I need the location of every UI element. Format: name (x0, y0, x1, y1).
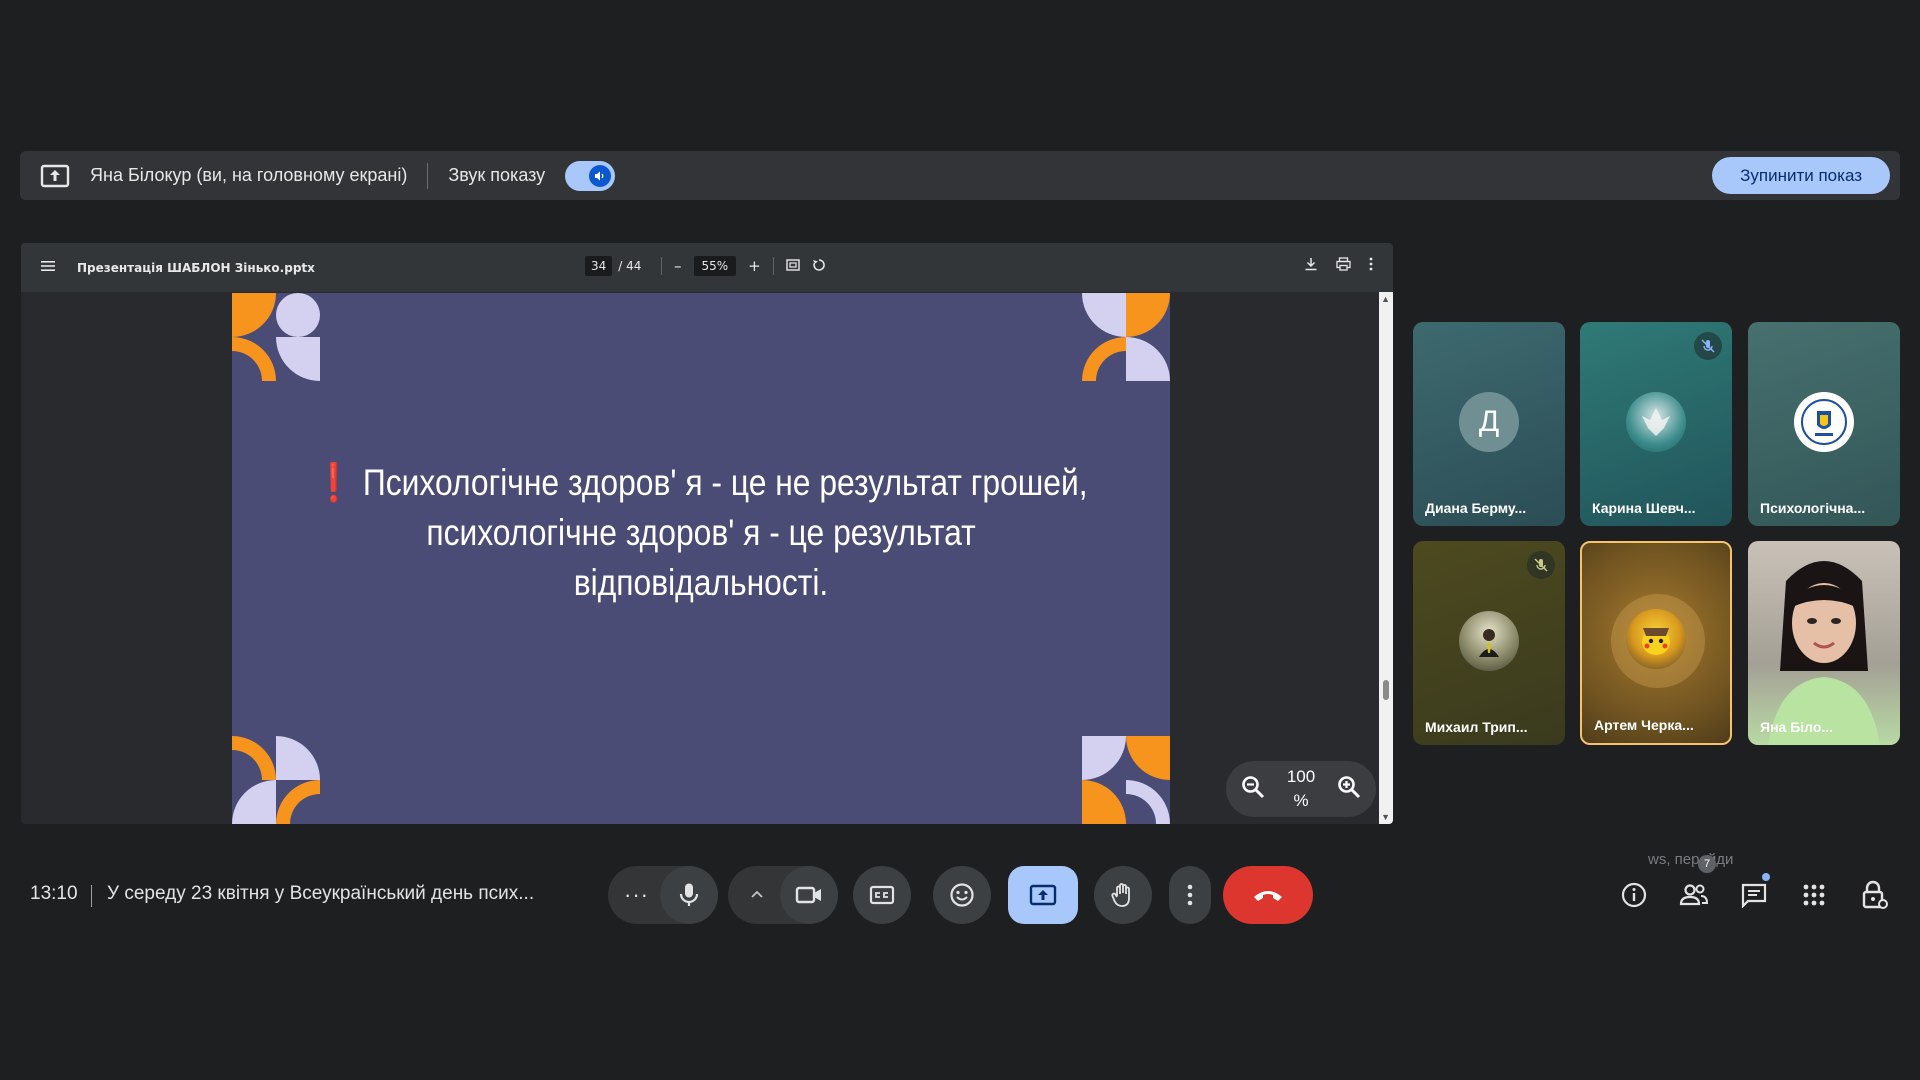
divider (772, 257, 774, 275)
participant-name: Артем Черка... (1594, 717, 1694, 733)
mic-control-group: ··· (608, 866, 718, 924)
slide-line-2: психологічне здоров' я - це результат ві… (426, 512, 976, 603)
presentation-viewer: Презентація ШАБЛОН Зінько.pptx 34 / 44 –… (21, 243, 1393, 824)
participant-tile-self[interactable]: Яна Біло... (1748, 541, 1900, 745)
share-audio-toggle[interactable] (565, 160, 616, 191)
corner-decoration (1082, 736, 1170, 824)
zoom-out-button[interactable]: – (674, 257, 682, 275)
corner-decoration (1082, 293, 1170, 381)
avatar (1626, 392, 1686, 452)
mic-off-icon (1527, 551, 1555, 579)
self-video (1768, 561, 1880, 745)
menu-icon[interactable] (41, 260, 55, 275)
more-vert-icon (1187, 884, 1193, 906)
zoom-overlay: 100 % (1226, 761, 1376, 817)
people-icon[interactable] (1678, 879, 1710, 911)
divider (661, 257, 662, 275)
divider (91, 885, 92, 907)
more-vert-icon[interactable] (1369, 257, 1373, 274)
page-number-input[interactable]: 34 (585, 256, 613, 276)
participant-tile-speaking[interactable]: Артем Черка... (1580, 541, 1732, 745)
participant-tile[interactable]: Михаил Трип... (1413, 541, 1565, 745)
speaker-icon (589, 164, 612, 187)
emoji-icon (950, 883, 974, 907)
mic-off-icon (1694, 332, 1722, 360)
activities-icon[interactable] (1798, 879, 1830, 911)
avatar (1794, 392, 1854, 452)
people-count-badge: 7 (1698, 855, 1716, 873)
chat-unread-dot (1762, 873, 1770, 881)
share-audio-label: Звук показу (448, 165, 546, 185)
file-name: Презентація ШАБЛОН Зінько.pptx (77, 261, 315, 275)
rotate-icon[interactable] (812, 258, 826, 275)
participant-name: Диана Берму... (1425, 500, 1527, 516)
raise-hand-button[interactable] (1094, 866, 1152, 924)
slide: ❗ Психологічне здоров' я - це не результ… (232, 293, 1170, 824)
more-options-button[interactable] (1169, 866, 1211, 924)
print-icon[interactable] (1336, 257, 1351, 274)
corner-decoration (232, 293, 320, 381)
corner-decoration (232, 736, 320, 824)
mic-icon (679, 883, 699, 906)
presenting-banner: Яна Білокур (ви, на головному екрані) Зв… (20, 151, 1900, 200)
chevron-up-icon[interactable] (750, 886, 764, 904)
host-controls-icon[interactable] (1858, 879, 1890, 911)
microphone-button[interactable] (660, 866, 718, 924)
slide-quote: ❗ Психологічне здоров' я - це не результ… (298, 458, 1105, 608)
participant-name: Психологічна... (1760, 500, 1866, 516)
faded-notification-text: ws, перейди (1648, 851, 1734, 868)
avatar (1459, 611, 1519, 671)
present-now-button[interactable] (1008, 866, 1078, 924)
scroll-down-icon[interactable]: ▼ (1381, 812, 1390, 822)
chat-icon[interactable] (1738, 879, 1770, 911)
fit-page-icon[interactable] (786, 258, 800, 274)
captions-button[interactable] (853, 866, 911, 924)
stop-presenting-button[interactable]: Зупинити показ (1712, 157, 1890, 194)
download-icon[interactable] (1304, 257, 1318, 274)
zoom-in-button[interactable]: + (748, 257, 761, 275)
zoom-out-icon[interactable] (1240, 774, 1266, 805)
audio-settings-button[interactable]: ··· (624, 882, 649, 908)
zoom-level-input[interactable]: 55% (693, 256, 737, 276)
videocam-icon (795, 886, 821, 904)
meeting-title: У середу 23 квітня у Всеукраїнський день… (107, 883, 535, 904)
participant-name: Карина Шевч... (1592, 500, 1696, 516)
reactions-button[interactable] (933, 866, 991, 924)
exclamation-icon: ❗ (314, 462, 355, 503)
meeting-details-icon[interactable] (1618, 879, 1650, 911)
participant-tile[interactable]: Д Диана Берму... (1413, 322, 1565, 526)
vertical-scrollbar[interactable] (1379, 292, 1393, 824)
camera-control-group (728, 866, 838, 924)
leave-call-button[interactable] (1223, 866, 1313, 924)
zoom-overlay-value: 100 % (1286, 767, 1316, 810)
scroll-thumb[interactable] (1383, 680, 1389, 700)
viewer-toolbar: Презентація ШАБЛОН Зінько.pptx 34 / 44 –… (21, 243, 1393, 292)
participant-tile[interactable]: Психологічна... (1748, 322, 1900, 526)
zoom-controls: – 55% + (661, 256, 826, 276)
page-indicator: 34 / 44 (585, 256, 641, 276)
participant-name: Михаил Трип... (1425, 719, 1528, 735)
call-end-icon (1254, 891, 1282, 901)
participant-tile[interactable]: Карина Шевч... (1580, 322, 1732, 526)
present-to-all-icon (1029, 884, 1057, 906)
avatar: Д (1459, 392, 1519, 452)
scroll-up-icon[interactable]: ▲ (1381, 294, 1390, 304)
zoom-in-icon[interactable] (1336, 774, 1362, 805)
closed-captions-icon (869, 885, 895, 905)
present-screen-icon (40, 164, 70, 188)
divider (427, 162, 429, 189)
page-total: / 44 (618, 259, 642, 273)
camera-button[interactable] (780, 866, 838, 924)
meeting-clock: 13:10 (30, 883, 78, 904)
participant-name: Яна Біло... (1760, 719, 1834, 735)
viewer-actions (1304, 257, 1373, 274)
hand-icon (1111, 883, 1130, 907)
slide-line-1: Психологічне здоров' я - це не результат… (362, 462, 1088, 503)
presenter-label: Яна Білокур (ви, на головному екрані) (90, 165, 408, 185)
avatar (1626, 609, 1686, 669)
